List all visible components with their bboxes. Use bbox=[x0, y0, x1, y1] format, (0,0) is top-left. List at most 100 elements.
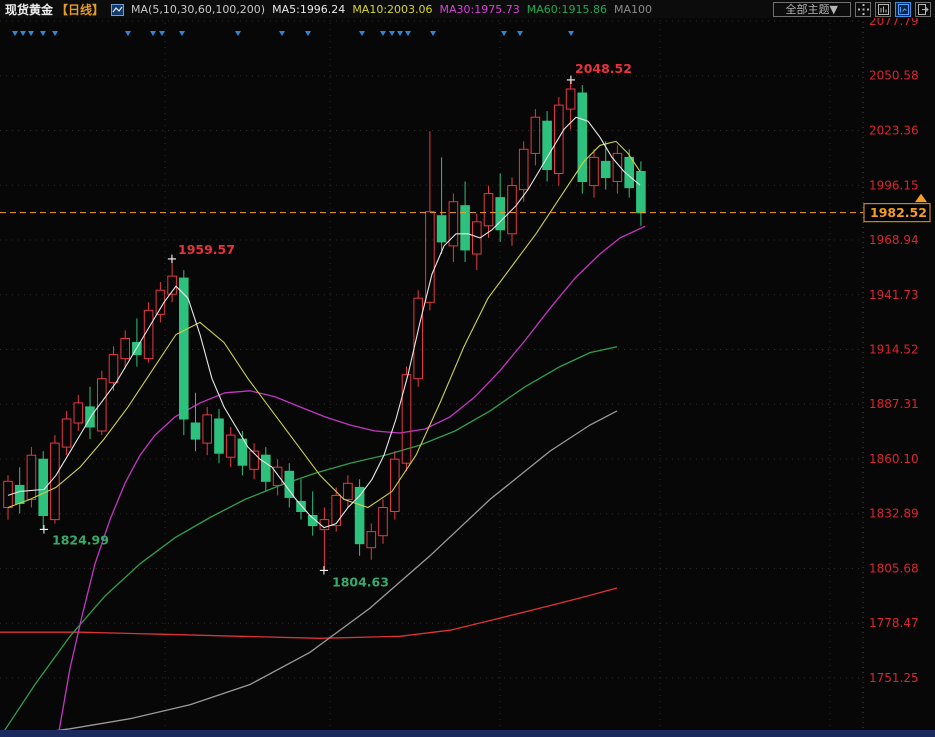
ma-line-ma30 bbox=[58, 226, 645, 737]
candle-body bbox=[484, 194, 493, 226]
price-up-arrow-icon bbox=[915, 194, 927, 203]
event-marker-icon[interactable] bbox=[12, 31, 18, 36]
candle-body bbox=[144, 310, 153, 358]
candle-body bbox=[391, 459, 400, 511]
instrument-title: 现货黄金 bbox=[5, 1, 53, 18]
time-scrollbar[interactable] bbox=[0, 730, 935, 737]
candle-body bbox=[531, 117, 540, 153]
candle-body bbox=[332, 495, 341, 525]
candle-body bbox=[109, 355, 118, 383]
y-axis-label: 1996.15 bbox=[869, 178, 919, 192]
candle-body bbox=[262, 455, 271, 481]
price-chart-svg[interactable]: 2077.792050.582023.361996.151968.941941.… bbox=[0, 0, 935, 737]
header-bar: 现货黄金 【日线】 MA(5,10,30,60,100,200) MA5:199… bbox=[0, 0, 935, 18]
ma-formula: MA(5,10,30,60,100,200) bbox=[131, 3, 265, 16]
event-marker-icon[interactable] bbox=[159, 31, 165, 36]
candle-body bbox=[285, 471, 294, 497]
candle-body bbox=[191, 423, 200, 439]
y-axis-label: 1860.10 bbox=[869, 452, 919, 466]
event-marker-icon[interactable] bbox=[28, 31, 34, 36]
event-marker-icon[interactable] bbox=[568, 31, 574, 36]
legend-ma100: MA100 bbox=[614, 3, 652, 16]
event-marker-icon[interactable] bbox=[235, 31, 241, 36]
candle-body bbox=[414, 298, 423, 379]
y-axis-label: 1778.47 bbox=[869, 616, 919, 630]
candle-body bbox=[215, 419, 224, 453]
indicator-pane-icon[interactable] bbox=[895, 2, 911, 17]
candle-body bbox=[15, 485, 24, 503]
candle-body bbox=[180, 278, 189, 419]
event-marker-icon[interactable] bbox=[380, 31, 386, 36]
event-marker-icon[interactable] bbox=[405, 31, 411, 36]
y-axis-label: 1887.31 bbox=[869, 397, 919, 411]
event-marker-icon[interactable] bbox=[20, 31, 26, 36]
candle-body bbox=[203, 415, 212, 443]
event-marker-icon[interactable] bbox=[389, 31, 395, 36]
price-annotation: 1824.99 bbox=[52, 533, 109, 548]
candle-body bbox=[437, 216, 446, 242]
candle-body bbox=[379, 508, 388, 536]
event-marker-icon[interactable] bbox=[359, 31, 365, 36]
candle-body bbox=[601, 161, 610, 177]
event-marker-icon[interactable] bbox=[305, 31, 311, 36]
y-axis-label: 1805.68 bbox=[869, 562, 919, 576]
event-marker-icon[interactable] bbox=[501, 31, 507, 36]
legend-ma5: MA5:1996.24 bbox=[272, 3, 345, 16]
event-marker-icon[interactable] bbox=[150, 31, 156, 36]
event-marker-icon[interactable] bbox=[179, 31, 185, 36]
ma-line-ma100 bbox=[8, 411, 617, 737]
extreme-cross-marker: + bbox=[39, 523, 50, 538]
ma-line-ma5 bbox=[8, 117, 640, 527]
candle-body bbox=[555, 105, 564, 173]
price-annotation: 1804.63 bbox=[332, 575, 389, 590]
candle-body bbox=[297, 501, 306, 511]
y-axis-label: 1832.89 bbox=[869, 507, 919, 521]
y-axis-label: 2023.36 bbox=[869, 124, 919, 138]
candle-body bbox=[226, 435, 235, 457]
event-marker-icon[interactable] bbox=[279, 31, 285, 36]
legend-ma30: MA30:1975.73 bbox=[440, 3, 520, 16]
candle-body bbox=[566, 89, 575, 109]
y-axis-label: 2050.58 bbox=[869, 69, 919, 83]
candle-body bbox=[590, 157, 599, 185]
gold-chart-window: 现货黄金 【日线】 MA(5,10,30,60,100,200) MA5:199… bbox=[0, 0, 935, 737]
period-label: 【日线】 bbox=[56, 1, 104, 18]
event-marker-icon[interactable] bbox=[517, 31, 523, 36]
event-marker-icon[interactable] bbox=[40, 31, 46, 36]
candle-body bbox=[625, 157, 634, 187]
indicator-flag-icon bbox=[111, 4, 124, 16]
candle-body bbox=[27, 455, 36, 499]
y-axis-label: 1751.25 bbox=[869, 671, 919, 685]
event-marker-icon[interactable] bbox=[430, 31, 436, 36]
extreme-cross-marker: + bbox=[167, 252, 178, 267]
candle-body bbox=[62, 419, 71, 447]
expand-pane-icon[interactable] bbox=[915, 2, 931, 17]
candle-body bbox=[74, 403, 83, 423]
candle-body bbox=[320, 520, 329, 530]
pan-icon[interactable] bbox=[855, 2, 871, 17]
theme-dropdown[interactable]: 全部主题▼ bbox=[773, 2, 851, 17]
legend-group: 现货黄金 【日线】 MA(5,10,30,60,100,200) MA5:199… bbox=[5, 1, 652, 18]
legend-ma60: MA60:1915.86 bbox=[527, 3, 607, 16]
current-price-value: 1982.52 bbox=[870, 205, 927, 220]
extreme-cross-marker: + bbox=[319, 564, 330, 579]
theme-dropdown-label: 全部主题▼ bbox=[786, 3, 838, 16]
candle-body bbox=[121, 339, 130, 359]
y-axis-label: 1914.52 bbox=[869, 343, 919, 357]
toolbar: 全部主题▼ bbox=[773, 2, 931, 17]
event-marker-icon[interactable] bbox=[52, 31, 58, 36]
candle-body bbox=[98, 379, 107, 431]
legend-ma10: MA10:2003.06 bbox=[352, 3, 432, 16]
candle-body bbox=[51, 443, 60, 519]
ma-line-ma200 bbox=[0, 588, 617, 638]
ma-line-ma10 bbox=[8, 141, 640, 507]
candle-body bbox=[426, 212, 435, 303]
event-marker-icon[interactable] bbox=[397, 31, 403, 36]
event-marker-icon[interactable] bbox=[125, 31, 131, 36]
y-axis-label: 1941.73 bbox=[869, 288, 919, 302]
price-annotation: 2048.52 bbox=[575, 61, 632, 76]
candle-body bbox=[519, 149, 528, 189]
main-pane-icon[interactable] bbox=[875, 2, 891, 17]
candle-body bbox=[637, 172, 646, 213]
candle-body bbox=[344, 483, 353, 499]
